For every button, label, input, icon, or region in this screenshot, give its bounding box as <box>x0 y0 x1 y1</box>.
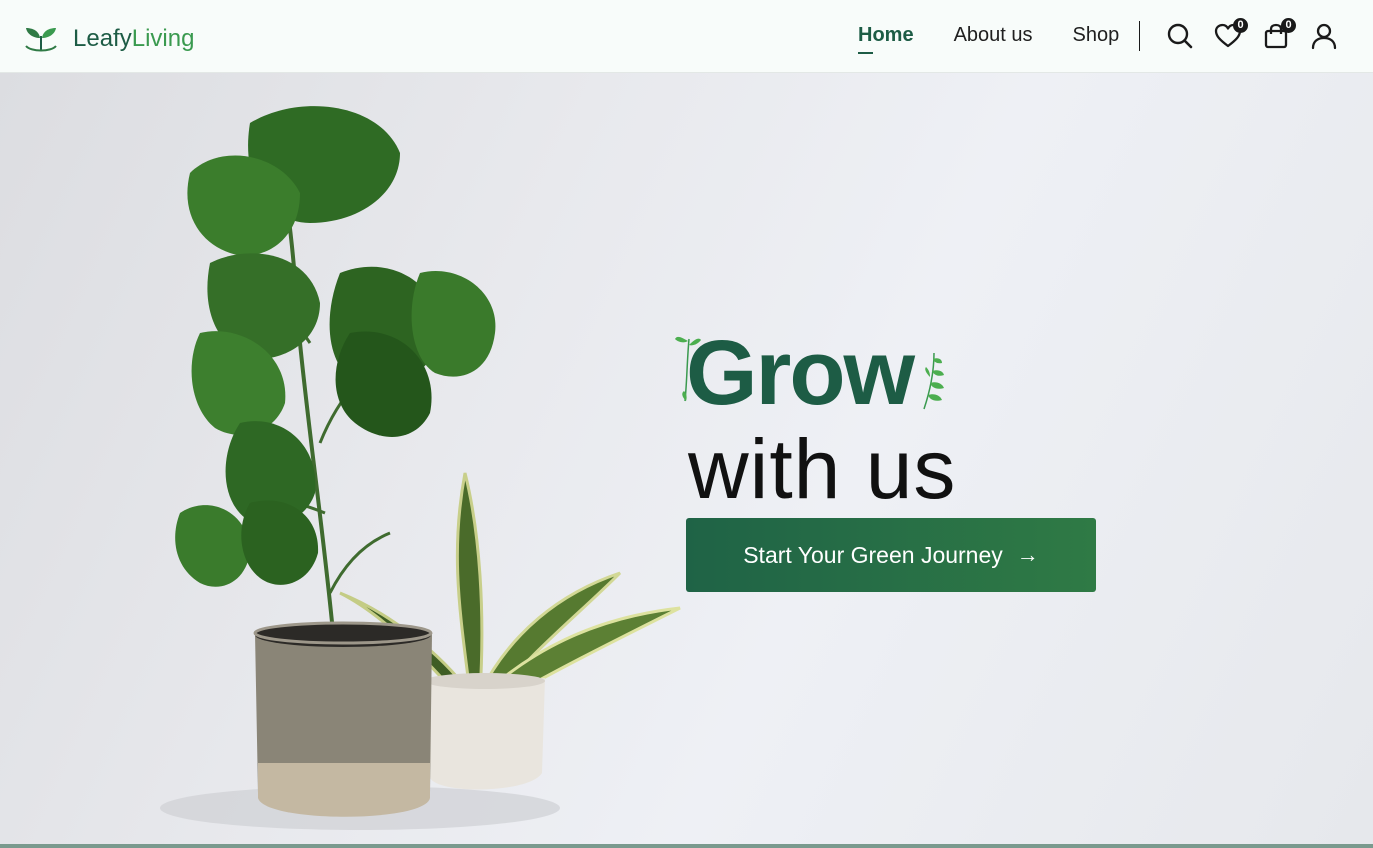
wishlist-button[interactable]: 0 <box>1214 18 1248 50</box>
leaf-sprig-right-icon <box>923 352 944 410</box>
site-header: LeafyLiving Home About us Shop 0 0 <box>0 0 1373 73</box>
hero-section: Grow with us Start Your Green Journey → <box>0 73 1373 844</box>
cart-count-badge: 0 <box>1281 18 1296 33</box>
brand-logo[interactable]: LeafyLiving <box>23 24 194 54</box>
nav-divider <box>1139 21 1140 51</box>
hero-headline-grow: Grow <box>686 322 915 424</box>
cart-button[interactable]: 0 <box>1262 18 1296 50</box>
account-button[interactable] <box>1310 22 1338 50</box>
search-button[interactable] <box>1166 22 1194 50</box>
leaf-logo-icon <box>25 28 57 52</box>
hero-bottom-bar <box>0 844 1373 848</box>
search-icon <box>1167 23 1193 49</box>
main-nav: Home About us Shop <box>858 24 1120 54</box>
user-icon <box>1311 23 1337 50</box>
brand-name-part2: Living <box>131 25 195 52</box>
hero-headline-with-us: with us <box>688 422 957 516</box>
brand-name-part1: Leafy <box>73 25 132 52</box>
nav-about-link[interactable]: About us <box>954 24 1033 47</box>
nav-shop-link[interactable]: Shop <box>1073 24 1120 47</box>
nav-home-link[interactable]: Home <box>858 24 914 54</box>
wishlist-count-badge: 0 <box>1233 18 1248 33</box>
brand-name: LeafyLiving <box>73 26 194 52</box>
start-journey-label: Start Your Green Journey <box>743 541 1003 568</box>
arrow-right-icon: → <box>1016 542 1039 567</box>
start-journey-button[interactable]: Start Your Green Journey → <box>686 518 1096 592</box>
potted-plants-image <box>160 106 681 830</box>
